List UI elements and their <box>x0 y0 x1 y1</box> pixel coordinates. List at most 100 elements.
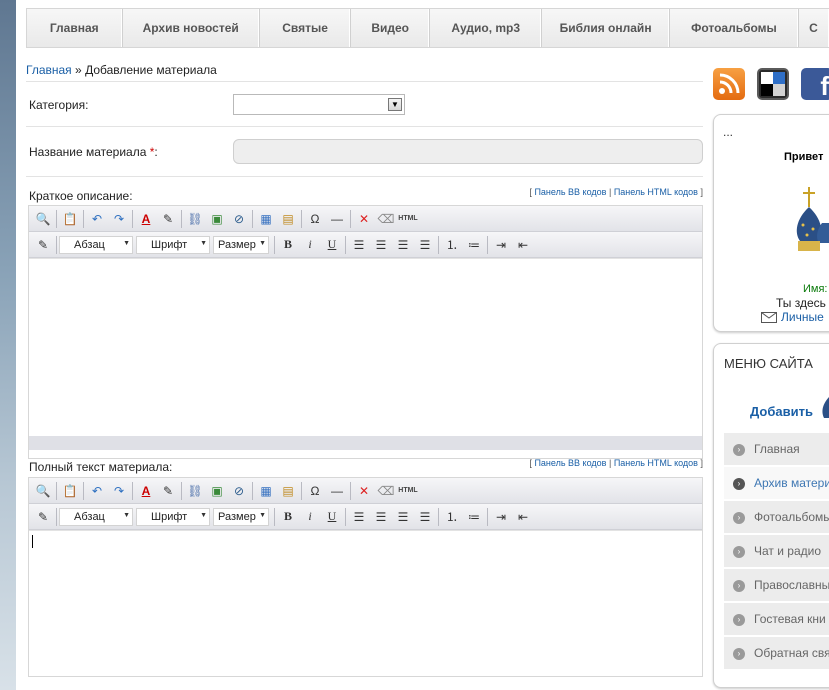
site-menu-list: › Главная › Архив матери › Фотоальбомы › Чат… <box>724 433 829 671</box>
highlight-icon[interactable]: ✎ <box>157 481 179 501</box>
chevron-down-icon: ▼ <box>200 239 207 247</box>
nav-item-video[interactable]: Видео <box>351 9 430 47</box>
nav-item-news-archive[interactable]: Архив новостей <box>123 9 260 47</box>
paste-icon[interactable]: 📋 <box>59 209 81 229</box>
nav-item-audio[interactable]: Аудио, mp3 <box>430 9 543 47</box>
outdent-icon[interactable]: ⇤ <box>512 507 534 527</box>
breadcrumb-home-link[interactable]: Главная <box>26 63 72 77</box>
bb-codes-link[interactable]: Панель BB кодов <box>534 187 606 197</box>
html-icon[interactable]: HTML <box>397 209 419 229</box>
table-edit-icon[interactable]: ▤ <box>277 481 299 501</box>
size-select[interactable]: Размер ▼ <box>213 235 269 254</box>
bullet-list-icon[interactable]: ≔ <box>463 507 485 527</box>
underline-button[interactable]: U <box>321 235 343 255</box>
bold-button[interactable]: B <box>277 235 299 255</box>
redo-icon[interactable]: ↷ <box>108 481 130 501</box>
title-label-text: Название материала <box>29 145 147 159</box>
close-icon[interactable]: ✕ <box>353 209 375 229</box>
menu-item-orthodox[interactable]: › Православны <box>724 569 829 603</box>
compass-icon[interactable]: ⊘ <box>228 481 250 501</box>
undo-icon[interactable]: ↶ <box>86 481 108 501</box>
align-left-icon[interactable]: ☰ <box>348 235 370 255</box>
delicious-icon[interactable] <box>757 68 789 100</box>
main-content: Главная » Добавление материала Категория… <box>26 60 703 690</box>
font-select[interactable]: Шрифт ▼ <box>136 235 210 254</box>
eraser-icon[interactable]: ⌫ <box>375 209 397 229</box>
numbered-list-icon[interactable]: ⒈ <box>441 235 463 255</box>
link-icon[interactable]: ⛓ <box>184 481 206 501</box>
html-codes-link[interactable]: Панель HTML кодов <box>614 458 698 468</box>
full-text-textarea[interactable] <box>29 530 702 676</box>
indent-icon[interactable]: ⇥ <box>490 507 512 527</box>
italic-button[interactable]: i <box>299 507 321 527</box>
align-center-icon[interactable]: ☰ <box>370 507 392 527</box>
personal-messages[interactable]: Личные <box>761 310 824 324</box>
html-icon[interactable]: HTML <box>397 481 419 501</box>
edit-icon[interactable]: ✎ <box>32 507 54 527</box>
menu-item-archive[interactable]: › Архив матери <box>724 467 829 501</box>
eraser-icon[interactable]: ⌫ <box>375 481 397 501</box>
align-center-icon[interactable]: ☰ <box>370 235 392 255</box>
align-right-icon[interactable]: ☰ <box>392 235 414 255</box>
nav-item-saints[interactable]: Святые <box>260 9 352 47</box>
text-color-icon[interactable]: A <box>135 209 157 229</box>
table-icon[interactable]: ▦ <box>255 209 277 229</box>
nav-item-photoalbums[interactable]: Фотоальбомы <box>670 9 800 47</box>
link-icon[interactable]: ⛓ <box>184 209 206 229</box>
align-right-icon[interactable]: ☰ <box>392 507 414 527</box>
menu-item-home[interactable]: › Главная <box>724 433 829 467</box>
menu-item-guestbook[interactable]: › Гостевая кни <box>724 603 829 637</box>
close-icon[interactable]: ✕ <box>353 481 375 501</box>
nav-item-home[interactable]: Главная <box>27 9 123 47</box>
bullet-list-icon[interactable]: ≔ <box>463 235 485 255</box>
text-color-icon[interactable]: A <box>135 481 157 501</box>
italic-button[interactable]: i <box>299 235 321 255</box>
html-codes-link[interactable]: Панель HTML кодов <box>614 187 698 197</box>
omega-icon[interactable]: Ω <box>304 209 326 229</box>
bb-codes-link[interactable]: Панель BB кодов <box>534 458 606 468</box>
outdent-icon[interactable]: ⇤ <box>512 235 534 255</box>
font-select[interactable]: Шрифт ▼ <box>136 507 210 526</box>
align-left-icon[interactable]: ☰ <box>348 507 370 527</box>
search-icon[interactable]: 🔍 <box>32 481 54 501</box>
highlight-icon[interactable]: ✎ <box>157 209 179 229</box>
underline-button[interactable]: U <box>321 507 343 527</box>
horizontal-rule-icon[interactable]: — <box>326 481 348 501</box>
table-icon[interactable]: ▦ <box>255 481 277 501</box>
numbered-list-icon[interactable]: ⒈ <box>441 507 463 527</box>
align-justify-icon[interactable]: ☰ <box>414 235 436 255</box>
nav-item-bible[interactable]: Библия онлайн <box>542 9 670 47</box>
menu-item-photoalbums[interactable]: › Фотоальбомы <box>724 501 829 535</box>
title-input[interactable] <box>233 139 703 164</box>
rss-icon[interactable] <box>713 68 745 100</box>
edit-icon[interactable]: ✎ <box>32 235 54 255</box>
table-edit-icon[interactable]: ▤ <box>277 209 299 229</box>
omega-icon[interactable]: Ω <box>304 481 326 501</box>
search-icon[interactable]: 🔍 <box>32 209 54 229</box>
font-select-value: Шрифт <box>151 510 188 523</box>
category-select[interactable]: ▼ <box>233 94 405 115</box>
short-description-textarea[interactable] <box>29 258 702 436</box>
menu-item-feedback[interactable]: › Обратная свя <box>724 637 829 671</box>
personal-messages-link[interactable]: Личные <box>781 310 824 324</box>
image-icon[interactable]: ▣ <box>206 481 228 501</box>
bold-button[interactable]: B <box>277 507 299 527</box>
redo-icon[interactable]: ↷ <box>108 209 130 229</box>
undo-icon[interactable]: ↶ <box>86 209 108 229</box>
indent-icon[interactable]: ⇥ <box>490 235 512 255</box>
image-icon[interactable]: ▣ <box>206 209 228 229</box>
align-justify-icon[interactable]: ☰ <box>414 507 436 527</box>
facebook-icon[interactable]: f <box>801 68 829 100</box>
horizontal-rule-icon[interactable]: — <box>326 209 348 229</box>
nav-item-more[interactable]: С <box>799 9 829 47</box>
paste-icon[interactable]: 📋 <box>59 481 81 501</box>
paragraph-select-value: Абзац <box>74 510 105 523</box>
compass-icon[interactable]: ⊘ <box>228 209 250 229</box>
chevron-down-icon: ▼ <box>200 511 207 519</box>
paragraph-select[interactable]: Абзац ▼ <box>59 507 133 526</box>
paragraph-select[interactable]: Абзац ▼ <box>59 235 133 254</box>
menu-item-chat-radio[interactable]: › Чат и радио <box>724 535 829 569</box>
size-select[interactable]: Размер ▼ <box>213 507 269 526</box>
resize-handle[interactable] <box>29 436 702 450</box>
add-link[interactable]: Добавить <box>750 404 813 419</box>
